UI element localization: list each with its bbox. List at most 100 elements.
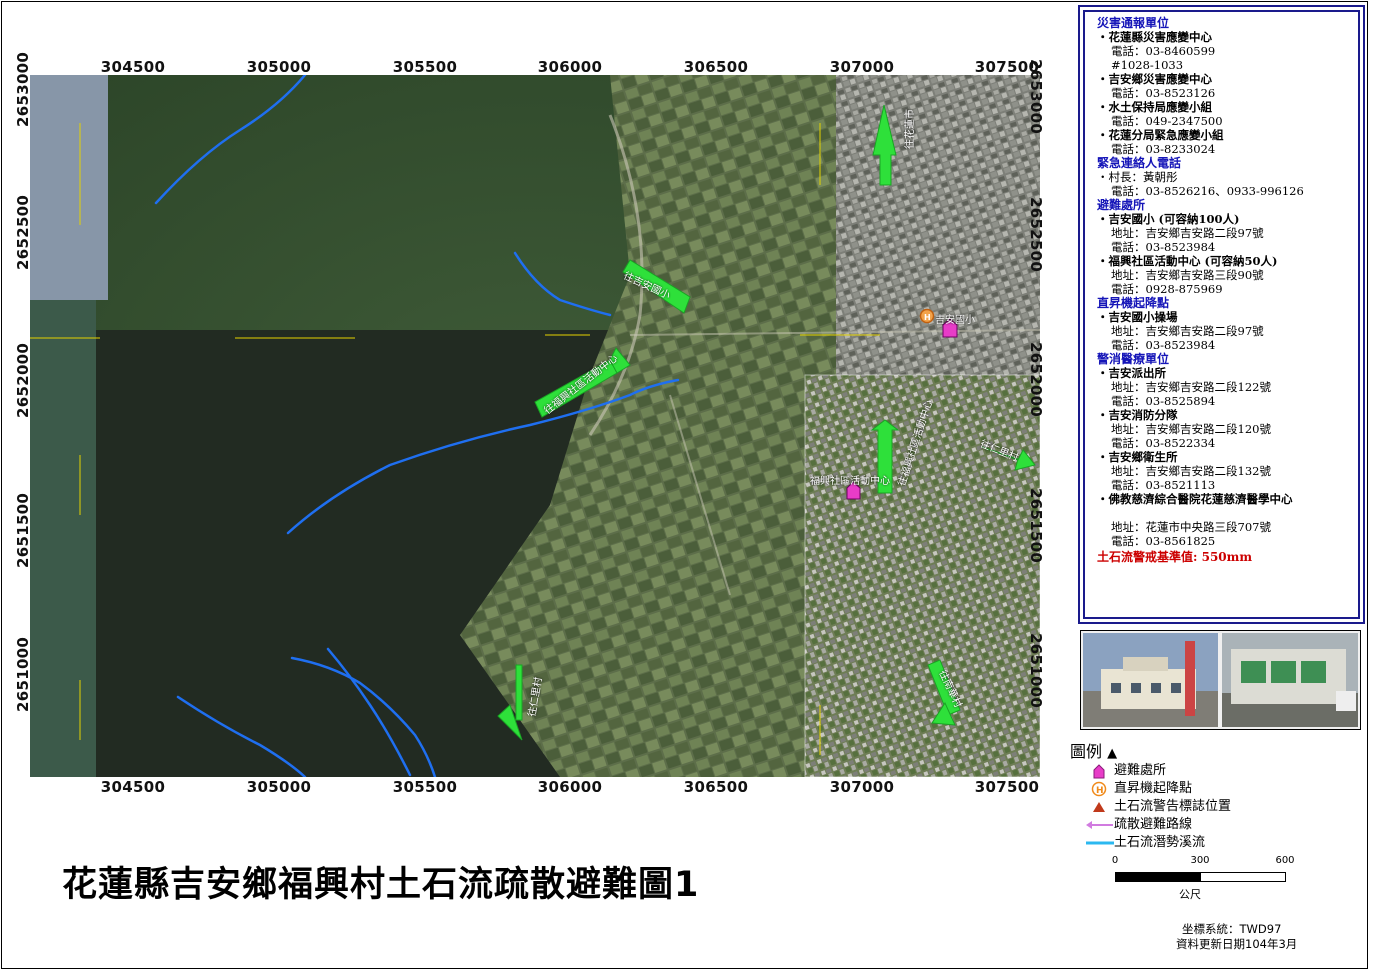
- scale-label-600: 600: [1275, 855, 1295, 866]
- x-tick-bottom-2: 305000: [246, 778, 312, 796]
- entry-name: 吉安鄉衛生所: [1097, 450, 1354, 464]
- scale-label-300: 300: [1190, 855, 1210, 866]
- entry-name: 水土保持局應變小組: [1097, 100, 1354, 114]
- entry-name: 花蓮分局緊急應變小組: [1097, 128, 1354, 142]
- entry-name: 吉安消防分隊: [1097, 408, 1354, 422]
- x-tick-bottom-6: 307000: [829, 778, 895, 796]
- legend-item-evacuation-route: 疏散避難路線: [1070, 816, 1370, 834]
- map-title: 花蓮縣吉安鄉福興村土石流疏散避難圖1: [62, 865, 700, 905]
- contact-info-inner: 災害通報單位 花蓮縣災害應變中心 電話：03-8460599 #1028-103…: [1083, 10, 1360, 619]
- x-tick-bottom-4: 306000: [537, 778, 603, 796]
- entry-line: 地址：吉安鄉吉安路二段97號: [1111, 226, 1264, 240]
- coord-system: 坐標系統：TWD97: [1182, 922, 1282, 936]
- helipad-icon: H: [1084, 780, 1114, 798]
- legend-item-helipad: H 直昇機起降點: [1070, 780, 1370, 798]
- section-emergency-contact: 緊急連絡人電話: [1097, 156, 1182, 170]
- entry-name: 吉安國小 (可容納100人): [1097, 212, 1354, 226]
- shelter-photos: [1080, 630, 1361, 730]
- svg-text:H: H: [1096, 786, 1104, 796]
- scale-label-0: 0: [1111, 855, 1119, 866]
- legend-label: 疏散避難路線: [1114, 817, 1193, 832]
- entry-name: 吉安鄉災害應變中心: [1097, 72, 1354, 86]
- x-tick-bottom-3: 305500: [392, 778, 458, 796]
- entry-line: 電話：0928-875969: [1111, 282, 1223, 296]
- entry-name: 吉安派出所: [1097, 366, 1354, 380]
- entry-line: #1028-1033: [1111, 58, 1184, 72]
- y-tick-left-5: 2651000: [14, 636, 32, 712]
- entry-line: 地址：吉安鄉吉安路二段120號: [1111, 422, 1271, 436]
- entry-line: 電話：03-8523984: [1111, 338, 1216, 352]
- stream-line-icon: [1084, 834, 1114, 852]
- legend-item-warning-sign: 土石流警告標誌位置: [1070, 798, 1370, 816]
- entry-line: 地址：吉安鄉吉安路二段132號: [1111, 464, 1271, 478]
- x-tick-top-5: 306500: [683, 58, 749, 76]
- entry-line: 地址：吉安鄉吉安路三段90號: [1111, 268, 1264, 282]
- y-tick-right-4: 2651500: [1027, 488, 1045, 564]
- section-helipad: 直昇機起降點: [1097, 296, 1170, 310]
- legend-item-debris-stream: 土石流潛勢溪流: [1070, 834, 1370, 852]
- map-canvas: H: [30, 75, 1040, 777]
- y-tick-left-2: 2652500: [14, 194, 32, 270]
- entry-line: 電話：03-8521113: [1111, 478, 1216, 492]
- contact-info-panel: 災害通報單位 花蓮縣災害應變中心 電話：03-8460599 #1028-103…: [1078, 5, 1365, 624]
- update-date: 資料更新日期104年3月: [1176, 937, 1298, 951]
- map-legend: 圖例 ▲ 避難處所 H 直昇機起降點 土石流警告標誌位置 疏散避難路線 土石流潛…: [1070, 738, 1370, 852]
- y-tick-right-1: 2653000: [1027, 59, 1045, 135]
- entry-line: 地址：吉安鄉吉安路二段122號: [1111, 380, 1271, 394]
- legend-item-shelter: 避難處所: [1070, 762, 1370, 780]
- legend-label: 避難處所: [1114, 763, 1167, 778]
- shelter-house-icon: [1084, 762, 1114, 780]
- scale-bar: 0 300 600 公尺: [1110, 855, 1300, 905]
- entry-name: 村長：黃朝彤: [1097, 170, 1354, 184]
- legend-title-text: 圖例: [1070, 742, 1103, 761]
- entry-line: 電話：03-8522334: [1111, 436, 1216, 450]
- y-tick-right-5: 2651000: [1027, 633, 1045, 709]
- scale-segment-white: [1200, 872, 1286, 882]
- scale-segment-black: [1115, 872, 1200, 882]
- entry-name: 花蓮縣災害應變中心: [1097, 30, 1354, 44]
- entry-line: [1097, 506, 1354, 520]
- y-tick-right-3: 2652000: [1027, 342, 1045, 418]
- section-shelters: 避難處所: [1097, 198, 1146, 212]
- x-tick-bottom-7: 307500: [974, 778, 1040, 796]
- entry-name: 福興社區活動中心 (可容納50人): [1097, 254, 1354, 268]
- x-tick-top-2: 305000: [246, 58, 312, 76]
- section-disaster-report: 災害通報單位: [1097, 16, 1170, 30]
- map-footer: 坐標系統：TWD97 資料更新日期104年3月: [1176, 922, 1297, 952]
- debris-flow-threshold: 土石流警戒基準值: 550mm: [1097, 550, 1253, 564]
- aerial-map[interactable]: H 往花蓮市 往吉安國小 往福興社區活動中心 往福興社區活動中心 往仁里村 往南…: [30, 75, 1040, 777]
- north-arrow-icon: ▲: [1107, 746, 1118, 761]
- legend-label: 土石流潛勢溪流: [1114, 835, 1206, 850]
- x-tick-bottom-1: 304500: [100, 778, 166, 796]
- entry-line: 地址：吉安鄉吉安路二段97號: [1111, 324, 1264, 338]
- warning-triangle-icon: [1084, 798, 1114, 816]
- evacuation-arrow-icon: [1084, 816, 1114, 834]
- y-tick-right-2: 2652500: [1027, 197, 1045, 273]
- route-label-hualien-city: 往花蓮市: [905, 109, 916, 149]
- entry-line: 電話：03-8523984: [1111, 240, 1216, 254]
- x-tick-top-4: 306000: [537, 58, 603, 76]
- entry-name: 吉安國小操場: [1097, 310, 1354, 324]
- legend-label: 直昇機起降點: [1114, 781, 1193, 796]
- legend-label: 土石流警告標誌位置: [1114, 799, 1232, 814]
- y-tick-left-1: 2653000: [14, 51, 32, 127]
- section-police-fire-medical: 警消醫療單位: [1097, 352, 1170, 366]
- y-tick-left-4: 2651500: [14, 492, 32, 568]
- entry-line: 電話：03-8523126: [1111, 86, 1216, 100]
- entry-line: 電話：03-8233024: [1111, 142, 1216, 156]
- x-tick-top-3: 305500: [392, 58, 458, 76]
- x-tick-top-1: 304500: [100, 58, 166, 76]
- place-label-jian-school: 吉安國小: [935, 315, 975, 326]
- y-tick-left-3: 2652000: [14, 342, 32, 418]
- entry-line: 電話：049-2347500: [1111, 114, 1223, 128]
- entry-line: 地址：花蓮市中央路三段707號: [1111, 520, 1271, 534]
- entry-line: 電話：03-8460599: [1111, 44, 1216, 58]
- entry-name: 佛教慈濟綜合醫院花蓮慈濟醫學中心: [1097, 492, 1354, 506]
- x-tick-top-6: 307000: [829, 58, 895, 76]
- scale-unit: 公尺: [1179, 888, 1201, 901]
- place-label-community-center: 福興社區活動中心: [810, 476, 890, 487]
- entry-line: 電話：03-8526216、0933-996126: [1111, 184, 1304, 198]
- svg-text:H: H: [924, 313, 931, 322]
- entry-line: 電話：03-8561825: [1111, 534, 1216, 548]
- entry-line: 電話：03-8525894: [1111, 394, 1216, 408]
